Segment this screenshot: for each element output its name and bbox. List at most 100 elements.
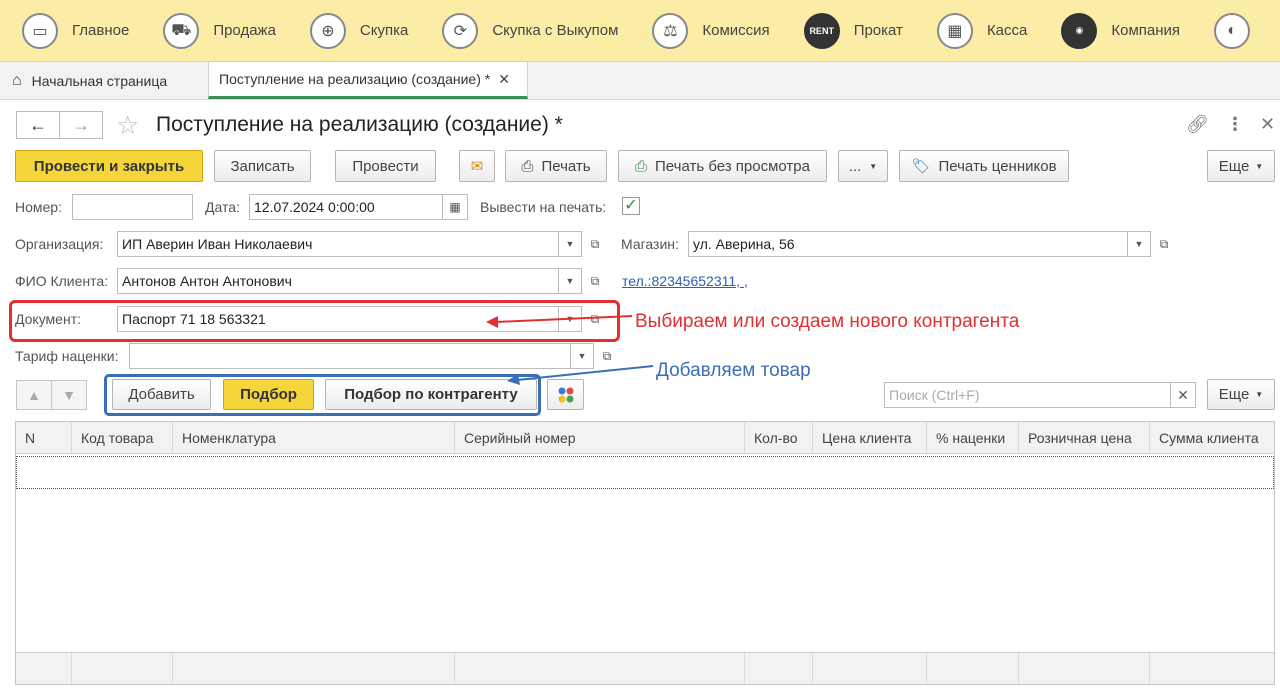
organization-open-icon[interactable]: ⧉ <box>584 232 606 256</box>
more-actions-button[interactable]: Еще ▼ <box>1207 150 1275 182</box>
menu-item-label: Компания <box>1111 22 1181 39</box>
move-down-button[interactable]: ▼ <box>51 380 87 410</box>
chevron-down-icon: ▼ <box>869 161 878 171</box>
footer-cell <box>16 653 72 685</box>
print-button[interactable]: ⎙ Печать <box>505 150 607 182</box>
menu-item-label: Скупка с Выкупом <box>492 22 619 39</box>
back-button[interactable]: ← <box>16 111 60 139</box>
menu-item-commission[interactable]: ⚖ Комиссия <box>652 12 770 49</box>
more-section-icon: ◐ <box>1214 12 1251 49</box>
palette-icon <box>558 387 573 402</box>
calendar-icon[interactable]: ▦ <box>442 194 468 220</box>
close-icon[interactable]: ✕ <box>498 71 510 88</box>
chevron-down-icon: ▼ <box>1134 239 1144 249</box>
section-menu: ▭ Главное ⛟ Продажа ⊕ Скупка ⟳ Скупка с … <box>0 0 1280 62</box>
menu-item-cashbox[interactable]: ▦ Касса <box>936 12 1027 49</box>
home-screen-icon: ▭ <box>22 12 58 49</box>
dots-label: ... <box>848 157 862 175</box>
print-no-preview-label: Печать без просмотра <box>655 157 810 175</box>
client-open-icon[interactable]: ⧉ <box>584 269 606 293</box>
register-icon: ▦ <box>936 12 973 49</box>
link-icon[interactable]: 🔗︎ <box>1186 114 1209 135</box>
store-dropdown[interactable]: ▼ <box>1127 231 1151 257</box>
print-output-checkbox[interactable]: ✓ <box>622 197 640 215</box>
organization-dropdown[interactable]: ▼ <box>558 231 582 257</box>
post-and-close-button[interactable]: Провести и закрыть <box>15 150 203 182</box>
forward-button[interactable]: → <box>59 111 103 139</box>
table-search-input[interactable]: Поиск (Ctrl+F) <box>884 382 1171 408</box>
company-icon: ◉ <box>1061 12 1098 49</box>
client-field[interactable]: Антонов Антон Антонович <box>117 268 559 294</box>
price-tag-icon: 🏷︎ <box>911 158 931 175</box>
client-phone-link[interactable]: тел.:82345652311, , <box>622 273 748 289</box>
chevron-down-icon: ▼ <box>1255 390 1264 399</box>
store-field[interactable]: ул. Аверина, 56 <box>688 231 1128 257</box>
close-form-icon[interactable]: ✕ <box>1260 114 1275 135</box>
client-label: ФИО Клиента: <box>15 273 109 289</box>
column-header[interactable]: Розничная цена <box>1019 422 1150 454</box>
footer-cell <box>455 653 745 685</box>
footer-cell <box>1019 653 1150 685</box>
menu-item-sale[interactable]: ⛟ Продажа <box>163 12 276 49</box>
menu-item-rent[interactable]: RENT Прокат <box>803 12 903 49</box>
arrow-up-icon: ▲ <box>27 387 41 403</box>
red-arrow-icon <box>486 315 633 328</box>
open-tabs-bar: ⌂ Начальная страница Поступление на реал… <box>0 62 1280 100</box>
table-more-button[interactable]: Еще ▼ <box>1207 379 1275 410</box>
print-no-preview-button[interactable]: ⎙ Печать без просмотра <box>618 150 827 182</box>
store-label: Магазин: <box>621 236 679 252</box>
arrow-left-icon: ← <box>29 114 47 135</box>
menu-item-more[interactable]: ◐ <box>1214 12 1264 49</box>
form-title: Поступление на реализацию (создание) * <box>156 113 563 136</box>
chevron-down-icon: ▼ <box>565 276 575 286</box>
move-up-button[interactable]: ▲ <box>16 380 52 410</box>
table-row[interactable] <box>16 456 1274 489</box>
menu-item-buyup-redeem[interactable]: ⟳ Скупка с Выкупом <box>442 12 619 49</box>
search-clear-icon[interactable]: ✕ <box>1170 382 1196 408</box>
table-footer <box>16 652 1274 685</box>
column-header[interactable]: Кол-во <box>745 422 813 454</box>
tab-home[interactable]: ⌂ Начальная страница <box>12 62 167 100</box>
print-price-tags-button[interactable]: 🏷︎ Печать ценников <box>899 150 1069 182</box>
organization-field[interactable]: ИП Аверин Иван Николаевич <box>117 231 559 257</box>
column-header[interactable]: N <box>16 422 72 454</box>
goods-table[interactable]: N Код товара Номенклатура Серийный номер… <box>15 421 1275 685</box>
more-print-dropdown[interactable]: ... ▼ <box>838 150 888 182</box>
menu-item-buyup[interactable]: ⊕ Скупка <box>309 12 409 49</box>
date-label: Дата: <box>205 199 240 215</box>
blue-highlight-frame <box>104 374 541 416</box>
favorite-star-icon[interactable]: ☆ <box>116 110 139 141</box>
house-icon: ⌂ <box>12 72 22 89</box>
chevron-down-icon: ▼ <box>1255 161 1264 171</box>
red-annotation: Выбираем или создаем нового контрагента <box>635 311 1020 332</box>
arrow-down-icon: ▼ <box>62 387 76 403</box>
column-header[interactable]: Серийный номер <box>455 422 745 454</box>
menu-item-label: Комиссия <box>702 22 770 39</box>
number-field[interactable] <box>72 194 193 220</box>
date-field[interactable]: 12.07.2024 0:00:00 <box>249 194 443 220</box>
post-button[interactable]: Провести <box>335 150 436 182</box>
client-dropdown[interactable]: ▼ <box>558 268 582 294</box>
tab-home-label: Начальная страница <box>31 73 168 89</box>
column-header[interactable]: Код товара <box>72 422 173 454</box>
menu-item-main[interactable]: ▭ Главное <box>22 12 130 49</box>
cycle-icon: ⟳ <box>442 12 479 49</box>
store-open-icon[interactable]: ⧉ <box>1153 232 1175 256</box>
save-button[interactable]: Записать <box>214 150 311 182</box>
column-header[interactable]: % наценки <box>927 422 1019 454</box>
column-header[interactable]: Номенклатура <box>173 422 455 454</box>
column-header[interactable]: Сумма клиента <box>1150 422 1274 454</box>
menu-item-company[interactable]: ◉ Компания <box>1061 12 1181 49</box>
footer-cell <box>927 653 1019 685</box>
blue-annotation: Добавляем товар <box>656 360 811 381</box>
table-more-label: Еще <box>1218 386 1250 403</box>
chevron-down-icon: ▼ <box>565 239 575 249</box>
more-vertical-icon[interactable]: ⋮ <box>1226 114 1244 135</box>
menu-item-label: Скупка <box>359 22 409 39</box>
print-label: Печать <box>541 157 591 175</box>
column-header[interactable]: Цена клиента <box>813 422 927 454</box>
tab-receipt-create[interactable]: Поступление на реализацию (создание) * ✕ <box>208 62 528 99</box>
email-button[interactable]: ✉ <box>459 150 495 182</box>
menu-item-label: Главное <box>72 22 130 39</box>
scales-icon: ⚖ <box>652 12 689 49</box>
